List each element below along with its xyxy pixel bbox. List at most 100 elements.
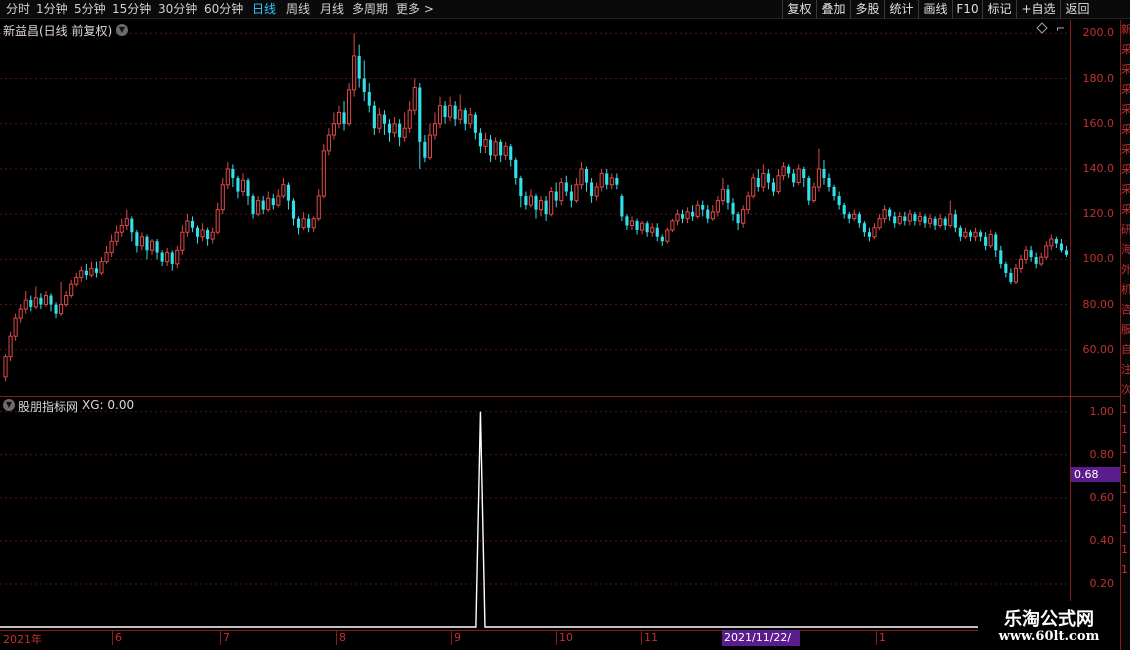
side-panel-item[interactable]: 采 xyxy=(1121,60,1130,80)
resize-corner-icon[interactable]: ⌐ xyxy=(1056,22,1065,35)
overlay-button[interactable]: 叠加 xyxy=(816,0,850,19)
side-panel-item[interactable]: 1 xyxy=(1121,400,1130,420)
side-panel-item[interactable]: 1 xyxy=(1121,440,1130,460)
tab-monthly[interactable]: 月线 xyxy=(320,0,344,19)
side-panel-item[interactable]: 1 xyxy=(1121,480,1130,500)
f10-button[interactable]: F10 xyxy=(952,0,982,19)
candle-body xyxy=(781,166,786,177)
side-panel-strip[interactable]: 新采采采采采采采采采研海外机咨服自注次111111111 xyxy=(1120,20,1130,650)
candle-body xyxy=(792,173,796,183)
tab-60min[interactable]: 60分钟 xyxy=(204,0,243,19)
tab-more[interactable]: 更多 > xyxy=(396,0,434,19)
side-panel-item[interactable]: 采 xyxy=(1121,100,1130,120)
candle xyxy=(549,187,554,217)
tab-5min[interactable]: 5分钟 xyxy=(74,0,106,19)
side-panel-item[interactable]: 海 xyxy=(1121,240,1130,260)
candle xyxy=(377,107,382,133)
mark-button[interactable]: 标记 xyxy=(982,0,1016,19)
candle xyxy=(888,207,892,221)
side-panel-item[interactable]: 1 xyxy=(1121,560,1130,580)
candle xyxy=(407,101,412,133)
price-tick-label: 200.0 xyxy=(1082,26,1115,40)
candle-body xyxy=(670,220,675,231)
back-button[interactable]: 返回 xyxy=(1060,0,1094,19)
candle-body xyxy=(599,172,604,188)
tab-timeshare[interactable]: 分时 xyxy=(6,0,30,19)
candle-body xyxy=(119,224,124,233)
watermark-title: 乐淘公式网 xyxy=(1004,609,1094,630)
multi-stock-button[interactable]: 多股 xyxy=(850,0,884,19)
candle xyxy=(519,175,523,208)
tab-15min[interactable]: 15分钟 xyxy=(112,0,151,19)
chevron-down-icon[interactable]: ▼ xyxy=(3,399,15,411)
candle xyxy=(1059,239,1063,253)
side-panel-item[interactable]: 注 xyxy=(1121,360,1130,380)
candle xyxy=(564,175,568,197)
side-panel-item[interactable]: 采 xyxy=(1121,180,1130,200)
side-panel-item[interactable]: 外 xyxy=(1121,260,1130,280)
candle-body xyxy=(988,233,993,247)
side-panel-item[interactable]: 自 xyxy=(1121,340,1130,360)
candle xyxy=(594,182,599,201)
side-panel-item[interactable]: 采 xyxy=(1121,120,1130,140)
candle-body xyxy=(367,92,371,106)
candle-body xyxy=(307,218,311,228)
candle-body xyxy=(680,214,685,219)
candle xyxy=(256,196,261,217)
candle xyxy=(49,293,53,312)
candle-body xyxy=(893,216,897,224)
candle xyxy=(599,168,604,192)
candle xyxy=(286,182,291,210)
side-panel-item[interactable]: 新 xyxy=(1121,20,1130,40)
candle-body xyxy=(155,241,159,253)
tab-daily[interactable]: 日线 xyxy=(252,0,276,19)
statistics-button[interactable]: 统计 xyxy=(884,0,918,19)
tab-30min[interactable]: 30分钟 xyxy=(158,0,197,19)
add-watchlist-button[interactable]: +自选 xyxy=(1016,0,1060,19)
candle-body xyxy=(64,295,69,306)
candle-body xyxy=(907,213,912,222)
candle-body xyxy=(766,173,770,183)
adjust-rights-button[interactable]: 复权 xyxy=(782,0,816,19)
side-panel-item[interactable]: 1 xyxy=(1121,540,1130,560)
tab-multi-period[interactable]: 多周期 xyxy=(352,0,388,19)
indicator-chart[interactable] xyxy=(0,397,1070,629)
candle xyxy=(943,216,947,230)
side-panel-item[interactable]: 服 xyxy=(1121,320,1130,340)
candle xyxy=(837,191,841,210)
candle xyxy=(8,331,13,362)
candle-body xyxy=(888,209,892,217)
candle-body xyxy=(170,252,174,264)
candlestick-chart[interactable] xyxy=(0,20,1070,397)
candle-body xyxy=(706,209,710,219)
candle xyxy=(584,166,589,192)
side-panel-item[interactable]: 采 xyxy=(1121,80,1130,100)
candle-body xyxy=(862,223,866,233)
side-panel-item[interactable]: 1 xyxy=(1121,520,1130,540)
side-panel-item[interactable]: 机 xyxy=(1121,280,1130,300)
side-panel-item[interactable]: 1 xyxy=(1121,460,1130,480)
candle-body xyxy=(139,236,144,247)
side-panel-item[interactable]: 1 xyxy=(1121,500,1130,520)
candle-body xyxy=(796,168,801,184)
candle-body xyxy=(857,214,861,224)
side-panel-item[interactable]: 采 xyxy=(1121,160,1130,180)
draw-line-button[interactable]: 画线 xyxy=(918,0,952,19)
side-panel-item[interactable]: 咨 xyxy=(1121,300,1130,320)
tab-weekly[interactable]: 周线 xyxy=(286,0,310,19)
side-panel-item[interactable]: 研 xyxy=(1121,220,1130,240)
side-panel-item[interactable]: 1 xyxy=(1121,420,1130,440)
candle xyxy=(968,229,973,242)
candle-body xyxy=(645,223,649,233)
side-panel-item[interactable]: 次 xyxy=(1121,380,1130,400)
candle-body xyxy=(488,139,493,156)
tab-1min[interactable]: 1分钟 xyxy=(36,0,68,19)
indicator-tick-label: 0.40 xyxy=(1089,533,1115,547)
candle-body xyxy=(89,267,94,276)
candle-body xyxy=(206,229,210,240)
chevron-down-icon[interactable]: ▼ xyxy=(116,24,128,36)
candle xyxy=(79,266,84,282)
side-panel-item[interactable]: 采 xyxy=(1121,40,1130,60)
side-panel-item[interactable]: 采 xyxy=(1121,140,1130,160)
side-panel-item[interactable]: 采 xyxy=(1121,200,1130,220)
